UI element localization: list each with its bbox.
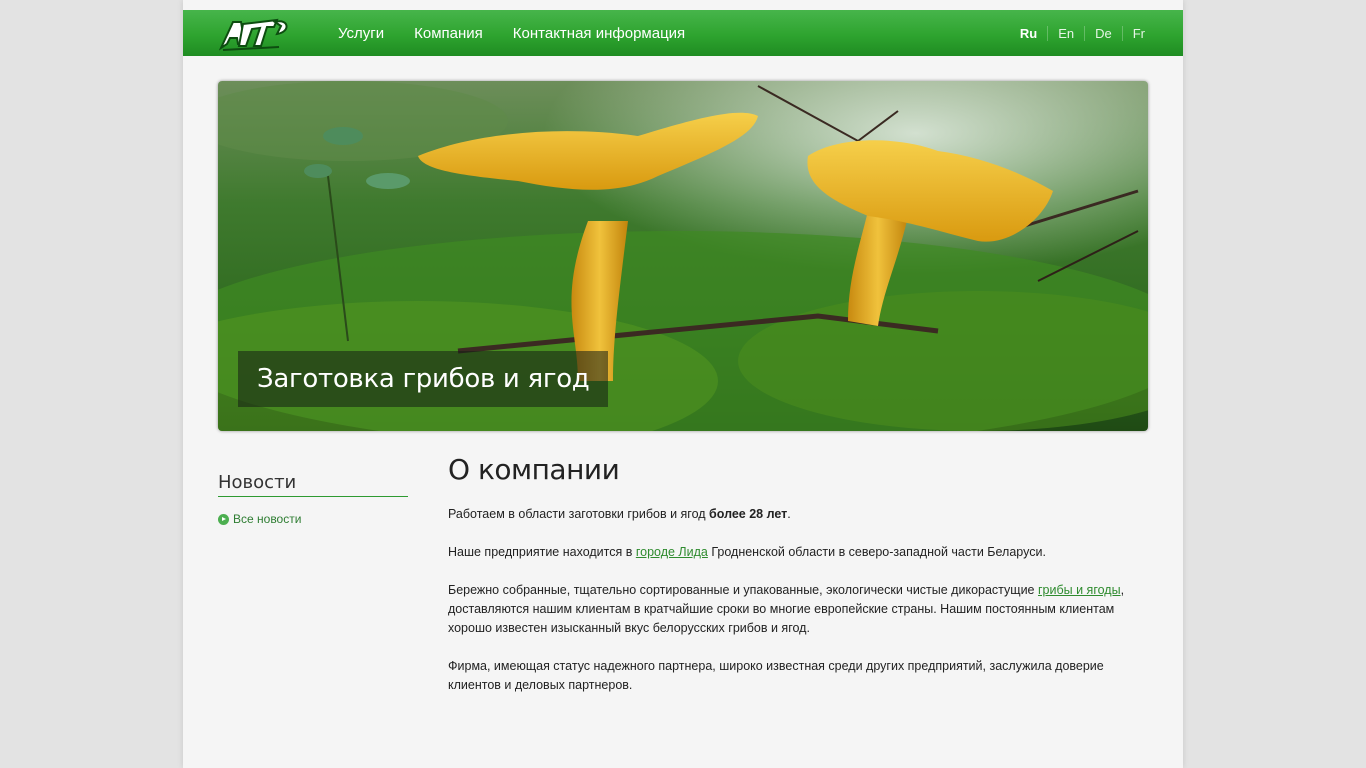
lang-ru[interactable]: Ru: [1010, 26, 1047, 41]
all-news-label[interactable]: Все новости: [233, 512, 301, 526]
hero-banner: Заготовка грибов и ягод: [218, 81, 1148, 431]
lang-fr[interactable]: Fr: [1121, 25, 1155, 41]
paragraph-3: Бережно собранные, тщательно сортированн…: [448, 583, 1125, 635]
nav-company[interactable]: Компания: [414, 25, 483, 42]
mushrooms-berries-link[interactable]: грибы и ягоды: [1038, 583, 1121, 597]
lida-link[interactable]: городе Лида: [636, 545, 708, 559]
header-bar: Услуги Компания Контактная информация Ru…: [183, 10, 1183, 56]
hero-caption: Заготовка грибов и ягод: [257, 364, 590, 394]
lang-en[interactable]: En: [1047, 25, 1084, 41]
paragraph-4: Фирма, имеющая статус надежного партнера…: [448, 659, 1104, 692]
sidebar: Новости Все новости: [218, 472, 408, 526]
company-logo[interactable]: [218, 14, 293, 52]
nav-services[interactable]: Услуги: [338, 25, 384, 42]
page-title: О компании: [448, 453, 620, 486]
paragraph-2: Наше предприятие находится в городе Лида…: [448, 545, 1046, 559]
paragraph-1: Работаем в области заготовки грибов и яг…: [448, 507, 791, 521]
page-container: Услуги Компания Контактная информация Ru…: [183, 0, 1183, 768]
news-heading: Новости: [218, 472, 408, 497]
main-content: О компании Работаем в области заготовки …: [448, 453, 1148, 714]
nav-contacts[interactable]: Контактная информация: [513, 25, 685, 42]
all-news-link[interactable]: Все новости: [218, 512, 408, 526]
arrow-circle-icon: [218, 513, 229, 525]
language-switcher: Ru En De Fr: [1010, 10, 1155, 56]
hero-caption-box: Заготовка грибов и ягод: [238, 351, 608, 407]
lang-de[interactable]: De: [1084, 25, 1122, 41]
main-nav: Услуги Компания Контактная информация: [323, 10, 700, 56]
